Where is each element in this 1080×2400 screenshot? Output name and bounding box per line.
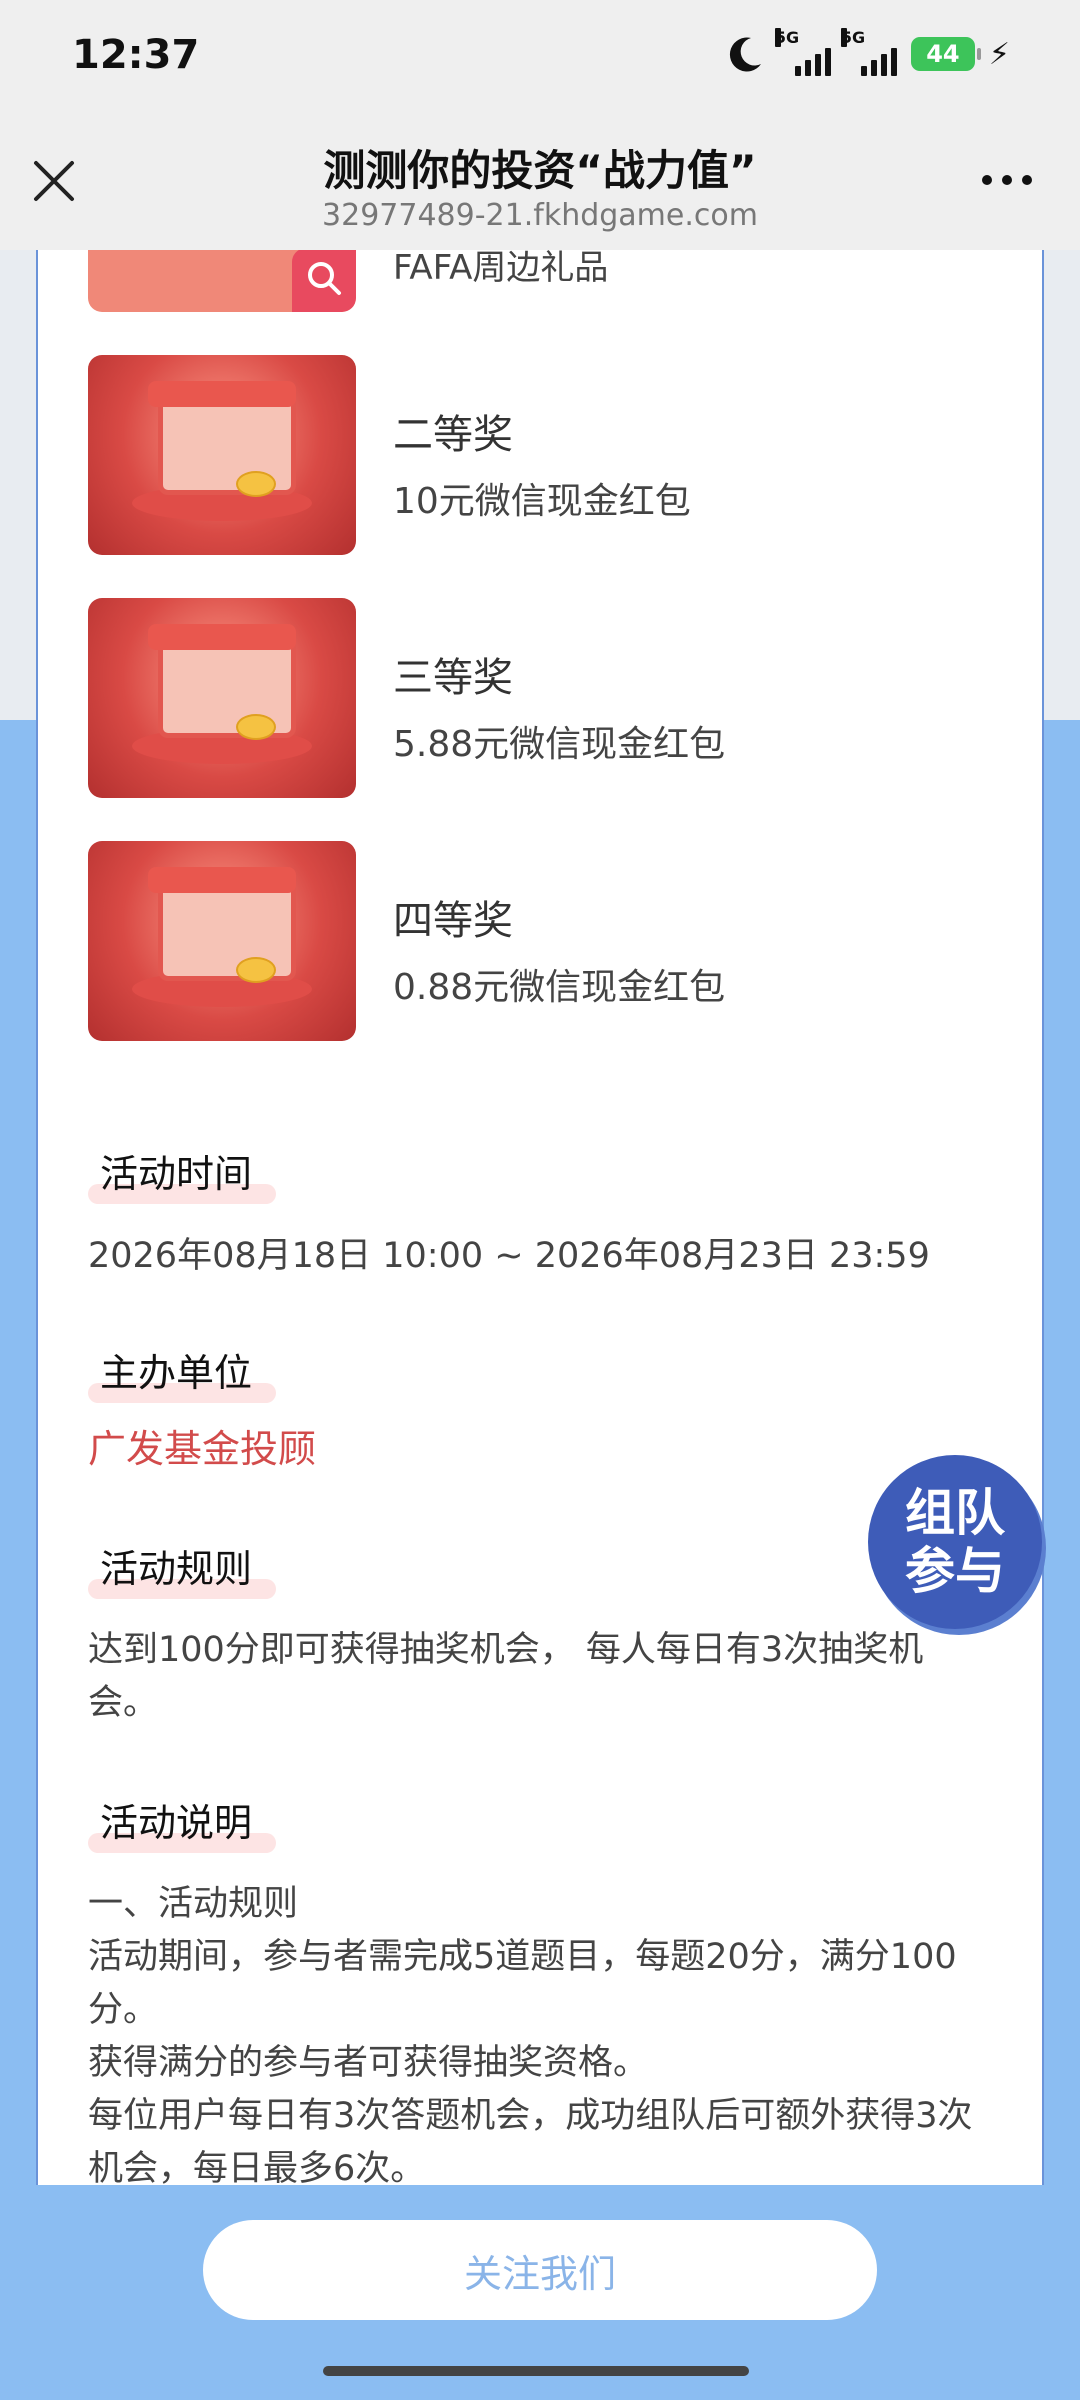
signal-icon-2: 5G xyxy=(840,28,897,76)
description-line: 获得满分的参与者可获得抽奖资格。 xyxy=(88,2043,649,2083)
moon-icon xyxy=(729,37,761,72)
signal-icon: 5G xyxy=(774,28,831,76)
rules-value: 达到100分即可获得抽奖机会， 每人每日有3次抽奖机会。 xyxy=(88,1630,924,1723)
status-bar: 12:37 5G 5G 44 ⚡ xyxy=(0,0,1080,115)
prize-image xyxy=(88,355,356,555)
prize-desc: 0.88元微信现金红包 xyxy=(393,967,726,1008)
activity-time-value: 2026年08月18日 10:00 ~ 2026年08月23日 23:59 xyxy=(88,1236,930,1276)
status-time: 12:37 xyxy=(72,32,200,78)
description-body: 一、活动规则 活动期间，参与者需完成5道题目，每题20分，满分100分。 获得满… xyxy=(88,1878,988,2185)
section-title-organizer: 主办单位 xyxy=(88,1342,277,1403)
description-line: 一、活动规则 xyxy=(88,1884,299,1924)
team-join-button[interactable]: 组队 参与 xyxy=(868,1455,1042,1629)
section-title-description: 活动说明 xyxy=(88,1792,277,1853)
description-line: 每位用户每日有3次答题机会，成功组队后可额外获得3次机会，每日最多6次。 xyxy=(88,2096,973,2185)
prize-image-partial xyxy=(88,250,356,312)
more-icon[interactable] xyxy=(982,175,1032,185)
prize-name: 二等奖 xyxy=(393,412,513,458)
follow-us-button[interactable]: 关注我们 xyxy=(203,2220,877,2320)
prize-name: 三等奖 xyxy=(393,655,513,701)
page-title: 测测你的投资“战力值” xyxy=(323,146,757,195)
prize-image xyxy=(88,598,356,798)
battery-icon: 44 xyxy=(910,37,981,71)
organizer-value: 广发基金投顾 xyxy=(88,1427,317,1471)
prize-desc: 10元微信现金红包 xyxy=(393,481,691,522)
home-indicator[interactable] xyxy=(323,2366,749,2376)
description-line: 活动期间，参与者需完成5道题目，每题20分，满分100分。 xyxy=(88,1937,957,2030)
section-title-time: 活动时间 xyxy=(88,1143,277,1204)
section-title-rules: 活动规则 xyxy=(88,1538,277,1599)
browser-header: 测测你的投资“战力值” 32977489-21.fkhdgame.com xyxy=(0,115,1080,250)
page-url: 32977489-21.fkhdgame.com xyxy=(322,198,758,233)
prize-name: 四等奖 xyxy=(393,898,513,944)
prize-partial-text: FAFA周边礼品 xyxy=(393,250,609,288)
status-icons: 5G 5G 44 ⚡ xyxy=(725,28,1010,76)
content-card: FAFA周边礼品 二等奖 10元微信现金红包 三等奖 5.88元微信现金红包 四… xyxy=(36,250,1044,2185)
search-icon[interactable] xyxy=(292,250,356,312)
charging-icon: ⚡ xyxy=(988,36,1010,72)
prize-image xyxy=(88,841,356,1041)
prize-desc: 5.88元微信现金红包 xyxy=(393,724,726,765)
